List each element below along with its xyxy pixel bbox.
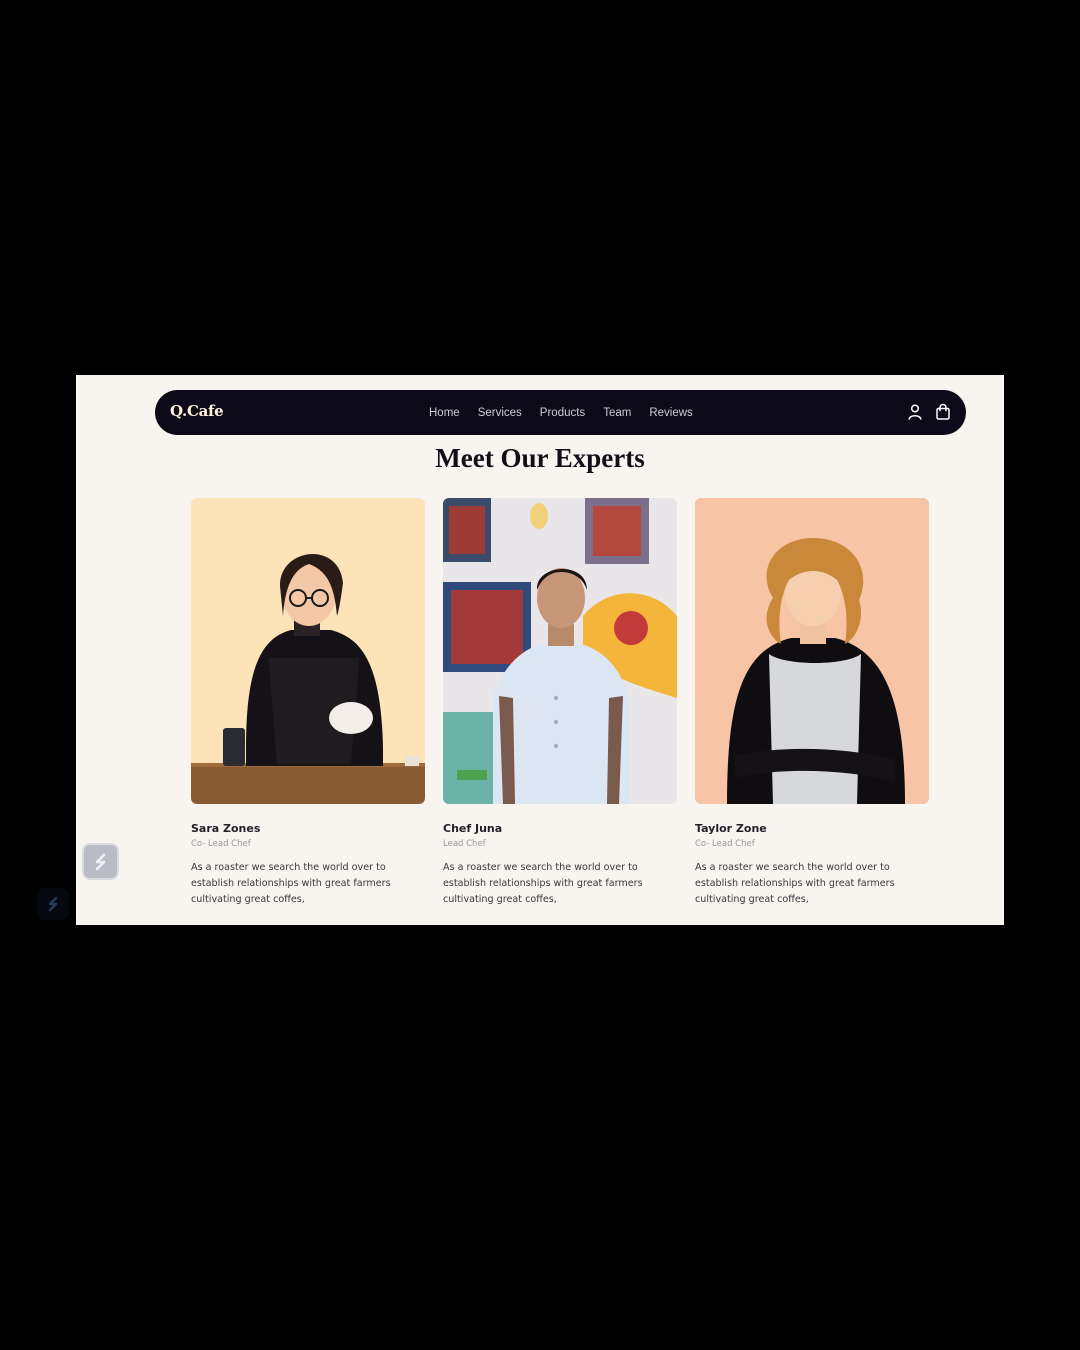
expert-card[interactable]: Chef Juna Lead Chef As a roaster we sear… <box>443 498 677 908</box>
expert-photo <box>695 498 929 804</box>
expert-portrait-image <box>695 498 929 804</box>
nav-link-team[interactable]: Team <box>603 407 631 419</box>
navbar: Q.Cafe Home Services Products Team Revie… <box>155 390 966 435</box>
expert-role: Co- Lead Chef <box>695 839 755 849</box>
brand-logo[interactable]: Q.Cafe <box>170 402 224 420</box>
section-title: Meet Our Experts <box>435 443 645 473</box>
shopping-bag-icon[interactable] <box>935 403 951 421</box>
expert-role: Lead Chef <box>443 839 486 849</box>
nav-links: Home Services Products Team Reviews <box>429 390 693 435</box>
expert-photo <box>191 498 425 804</box>
expert-card[interactable]: Sara Zones Co- Lead Chef As a roaster we… <box>191 498 425 908</box>
user-icon[interactable] <box>907 403 923 421</box>
nav-link-home[interactable]: Home <box>429 407 460 419</box>
expert-name: Taylor Zone <box>695 822 767 835</box>
nav-link-reviews[interactable]: Reviews <box>649 407 692 419</box>
expert-portrait-image <box>443 498 677 804</box>
expert-description: As a roaster we search the world over to… <box>191 862 391 905</box>
nav-icons <box>907 403 951 421</box>
nav-link-products[interactable]: Products <box>540 407 585 419</box>
app-logo-icon[interactable] <box>82 843 119 880</box>
expert-description: As a roaster we search the world over to… <box>695 862 895 905</box>
nav-link-services[interactable]: Services <box>478 407 522 419</box>
expert-photo <box>443 498 677 804</box>
expert-portrait-image <box>191 498 425 804</box>
expert-card[interactable]: Taylor Zone Co- Lead Chef As a roaster w… <box>695 498 929 908</box>
expert-description: As a roaster we search the world over to… <box>443 862 643 905</box>
expert-name: Chef Juna <box>443 822 503 835</box>
watermark-logo-icon <box>37 888 69 920</box>
website-frame: Q.Cafe Home Services Products Team Revie… <box>76 375 1004 925</box>
expert-name: Sara Zones <box>191 822 261 835</box>
expert-role: Co- Lead Chef <box>191 839 251 849</box>
